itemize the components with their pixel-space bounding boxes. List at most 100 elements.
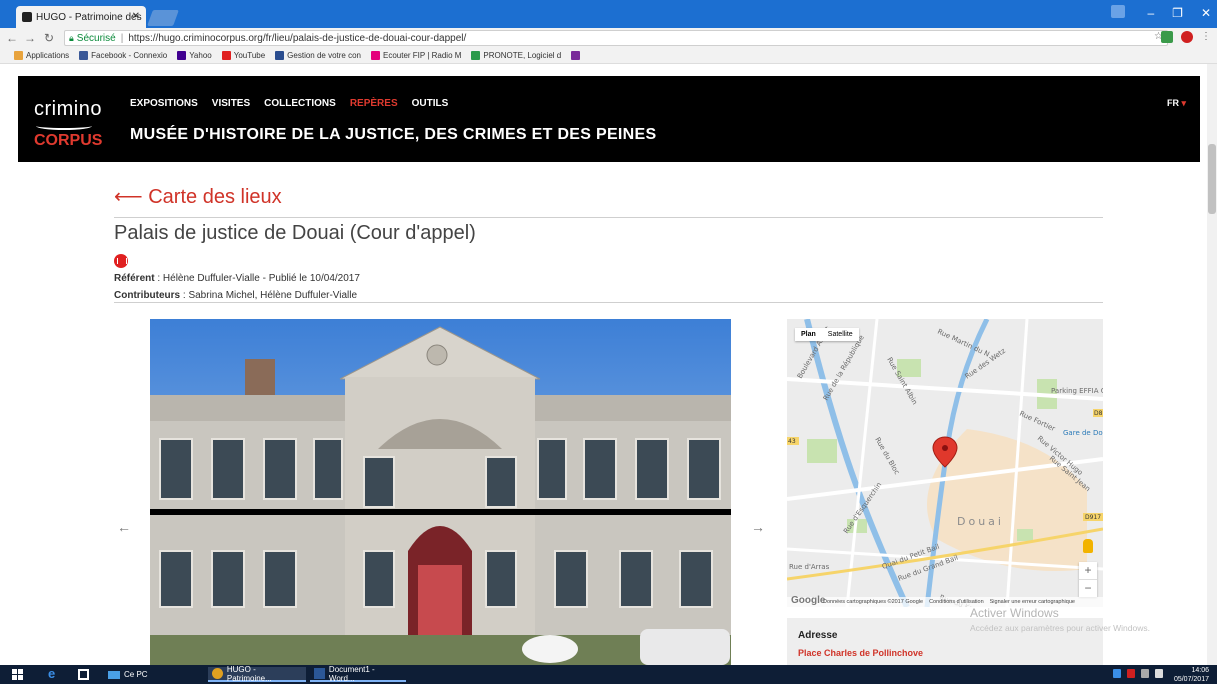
system-tray	[1113, 669, 1163, 678]
taskbar-item-chrome[interactable]: HUGO - Patrimoine...	[208, 664, 306, 683]
bookmark-label: Gestion de votre con	[287, 51, 361, 60]
tray-volume-icon[interactable]	[1155, 669, 1163, 678]
map-city-label: Douai	[957, 515, 1004, 528]
url-input[interactable]: 🔒︎ Sécurisé | https://hugo.criminocorpus…	[64, 30, 1168, 46]
scrollbar-thumb[interactable]	[1208, 144, 1216, 214]
close-window-icon[interactable]: ✕	[1201, 6, 1211, 20]
courthouse-icon	[114, 254, 128, 268]
clock-time: 14:06	[1191, 667, 1209, 674]
tray-network-icon[interactable]	[1141, 669, 1149, 678]
forward-icon[interactable]: →	[24, 31, 36, 45]
slider-next-icon[interactable]: →	[751, 519, 765, 535]
browser-titlebar: HUGO - Patrimoine des ✕ – ❐ ✕	[0, 0, 1217, 28]
map-attribution: Données cartographiques ©2017 Google	[823, 599, 924, 605]
nav-item[interactable]: COLLECTIONS	[264, 98, 336, 109]
map-poi-label: Gare de Do	[1063, 429, 1103, 437]
address-value[interactable]: Place Charles de Pollinchove	[798, 648, 923, 658]
bookmark-favicon-icon	[471, 51, 481, 60]
nav-item[interactable]: OUTILS	[412, 98, 449, 109]
word-icon	[314, 668, 325, 679]
tray-app-icon[interactable]	[1113, 669, 1121, 678]
back-link-label: Carte des lieux	[148, 186, 282, 208]
bookmark-favicon-icon	[571, 51, 581, 60]
menu-icon[interactable]: ⋮	[1201, 31, 1211, 43]
bookmark-item[interactable]: Gestion de votre con	[275, 51, 361, 60]
bookmark-favicon-icon	[275, 51, 285, 60]
tab-close-icon[interactable]: ✕	[132, 11, 140, 22]
logo-corpus[interactable]: CORPUS	[34, 132, 102, 150]
bookmark-item[interactable]: Applications	[14, 51, 69, 60]
location-map[interactable]: Rue Martin du N Rue Saint Albin Rue des …	[787, 319, 1103, 607]
map-terms-link[interactable]: Conditions d'utilisation	[929, 599, 984, 605]
nav-item[interactable]: EXPOSITIONS	[130, 98, 198, 109]
adblock-icon[interactable]	[1181, 31, 1193, 43]
courthouse-photo	[150, 319, 731, 665]
map-type-toggle: Plan Satellite	[795, 328, 859, 341]
computer-icon	[108, 670, 120, 679]
map-road-badge: 43	[788, 438, 796, 445]
reload-icon[interactable]: ↻	[44, 31, 54, 45]
profile-icon[interactable]	[1111, 5, 1125, 18]
bookmark-label: Yahoo	[189, 51, 212, 60]
contributors-line: Contributeurs : Sabrina Michel, Hélène D…	[114, 290, 358, 301]
bookmark-label: PRONOTE, Logiciel d	[483, 51, 562, 60]
bookmark-label: YouTube	[233, 51, 266, 60]
referent-line: Référent : Hélène Duffuler-Vialle - Publ…	[114, 273, 360, 284]
zoom-out-button[interactable]: −	[1079, 579, 1097, 597]
map-report-link[interactable]: Signaler une erreur cartographique	[990, 599, 1075, 605]
address-label: Adresse	[798, 630, 838, 641]
caret-down-icon: ▾	[1181, 98, 1186, 108]
chrome-icon	[212, 668, 223, 679]
browser-tab[interactable]: HUGO - Patrimoine des ✕	[16, 6, 146, 28]
museum-title: MUSÉE D'HISTOIRE DE LA JUSTICE, DES CRIM…	[130, 126, 657, 143]
bookmark-favicon-icon	[371, 51, 380, 60]
slider-prev-icon[interactable]: ←	[117, 519, 131, 535]
bookmark-item[interactable]: PRONOTE, Logiciel d	[471, 51, 561, 60]
contributors-value: Sabrina Michel, Hélène Duffuler-Vialle	[188, 290, 358, 301]
page-scrollbar[interactable]	[1207, 64, 1217, 665]
taskbar-item-label: Document1 - Word...	[328, 664, 375, 683]
map-type-satellite[interactable]: Satellite	[822, 328, 859, 341]
map-road-badge: D917	[1085, 514, 1101, 521]
lock-icon: 🔒︎	[69, 32, 74, 43]
language-selector[interactable]: FR ▾	[1167, 98, 1186, 109]
minimize-icon[interactable]: –	[1147, 6, 1154, 20]
edge-icon[interactable]: e	[48, 666, 55, 681]
address-bar-row: ← → ↻ 🔒︎ Sécurisé | https://hugo.crimino…	[0, 28, 1217, 48]
bookmark-item[interactable]: Ecouter FIP | Radio M	[371, 51, 461, 60]
tray-security-icon[interactable]	[1127, 669, 1135, 678]
taskbar-item-word[interactable]: Document1 - Word...	[310, 664, 406, 683]
map-poi-label: Parking EFFIA Gare de Douai	[1051, 387, 1103, 395]
extension-icon[interactable]	[1161, 31, 1173, 43]
clock[interactable]: 14:06 05/07/2017	[1174, 666, 1209, 684]
bookmark-favicon-icon	[14, 51, 23, 60]
taskbar-item-this-pc[interactable]: Ce PC	[104, 667, 152, 682]
tab-favicon-icon	[22, 12, 32, 22]
pegman-icon[interactable]	[1083, 539, 1093, 553]
new-tab-button[interactable]	[147, 10, 179, 26]
secure-label: Sécurisé	[76, 32, 116, 44]
site-header: crimino CORPUS EXPOSITIONS VISITES COLLECT…	[18, 76, 1200, 162]
nav-item[interactable]: REPÈRES	[350, 98, 398, 109]
nav-item[interactable]: VISITES	[212, 98, 250, 109]
google-logo: Google	[791, 595, 826, 606]
contributors-label: Contributeurs	[114, 290, 181, 301]
windows-activation-watermark: Activer Windows	[970, 606, 1059, 620]
maximize-icon[interactable]: ❐	[1172, 6, 1183, 20]
page-content: crimino CORPUS EXPOSITIONS VISITES COLLECT…	[0, 64, 1217, 665]
bookmark-item[interactable]	[571, 51, 583, 60]
back-icon[interactable]: ←	[6, 31, 18, 45]
bookmark-item[interactable]: Yahoo	[177, 51, 212, 60]
bookmark-item[interactable]: Facebook - Connexio	[79, 51, 167, 60]
windows-taskbar: e Ce PC HUGO - Patrimoine... Document1 -…	[0, 665, 1217, 684]
store-icon[interactable]	[78, 669, 89, 680]
logo-crimino[interactable]: crimino	[34, 98, 102, 121]
referent-label: Référent	[114, 273, 155, 284]
taskbar-item-label: HUGO - Patrimoine...	[226, 664, 272, 683]
back-to-map-link[interactable]: ⟵ Carte des lieux	[114, 184, 282, 209]
bookmark-item[interactable]: YouTube	[221, 51, 266, 60]
bookmarks-bar: Applications Facebook - Connexio Yahoo YouT…	[0, 48, 1217, 64]
start-icon[interactable]	[12, 669, 23, 680]
map-type-plan[interactable]: Plan	[795, 328, 822, 341]
zoom-in-button[interactable]: +	[1079, 562, 1097, 579]
